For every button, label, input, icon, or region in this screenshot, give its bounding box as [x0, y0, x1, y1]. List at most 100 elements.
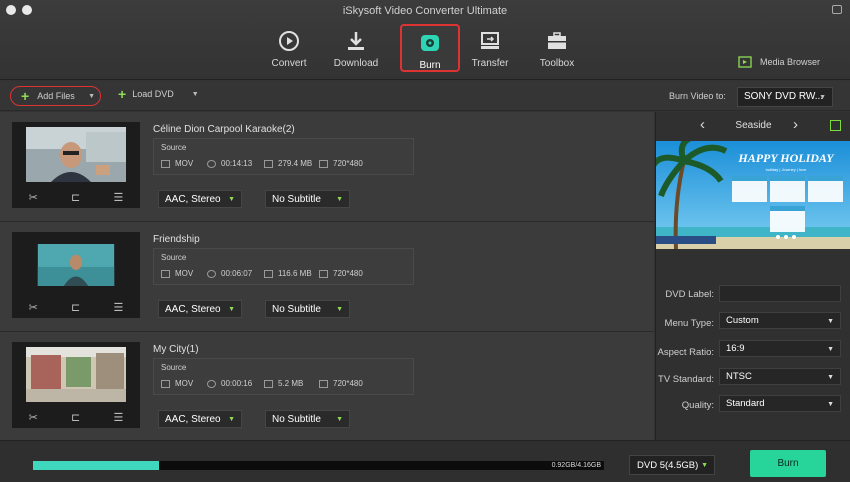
dvd-label-input[interactable]: [719, 285, 841, 302]
format-value: MOV: [175, 379, 194, 388]
crop-icon[interactable]: ⊏: [71, 411, 80, 424]
disc-type-select[interactable]: DVD 5(4.5GB) ▼: [629, 455, 715, 475]
effects-icon[interactable]: ☰: [113, 191, 123, 204]
folder-icon: [264, 269, 273, 278]
list-item[interactable]: ✂ ⊏ ☰ Friendship Source MOV 00:06:07 116…: [0, 222, 654, 332]
subtitle-select[interactable]: No Subtitle ▼: [265, 300, 350, 318]
chevron-down-icon[interactable]: ▼: [192, 91, 199, 98]
edit-icon[interactable]: [830, 120, 841, 131]
quality-value: Standard: [726, 398, 765, 409]
toolbox-icon: [543, 28, 571, 54]
burn-target-select[interactable]: SONY DVD RW... ▼: [737, 87, 833, 107]
film-icon: [161, 159, 170, 168]
bottom-bar: 0.92GB/4.16GB DVD 5(4.5GB) ▼ Burn: [0, 440, 850, 482]
list-item[interactable]: ✂ ⊏ ☰ My City(1) Source MOV 00:00:16 5.2…: [0, 332, 654, 442]
clock-icon: [207, 159, 216, 168]
feedback-icon[interactable]: [832, 5, 842, 14]
resolution-icon: [319, 379, 328, 388]
chevron-down-icon: ▼: [819, 94, 826, 101]
resolution-icon: [319, 269, 328, 278]
crop-icon[interactable]: ⊏: [71, 191, 80, 204]
tab-transfer-label: Transfer: [471, 58, 509, 69]
burn-button[interactable]: Burn: [750, 450, 826, 477]
tab-convert[interactable]: Convert: [259, 24, 319, 72]
effects-icon[interactable]: ☰: [113, 301, 123, 314]
media-browser-label: Media Browser: [759, 57, 820, 67]
aspect-ratio-select[interactable]: 16:9 ▼: [719, 340, 841, 357]
top-toolbar: iSkysoft Video Converter Ultimate Conver…: [0, 0, 850, 80]
effects-icon[interactable]: ☰: [113, 411, 123, 424]
video-thumbnail[interactable]: ✂ ⊏ ☰: [12, 232, 140, 318]
duration-info: 00:00:16: [207, 379, 252, 388]
tab-download-label: Download: [333, 58, 379, 69]
resolution-value: 720*480: [333, 159, 363, 168]
plus-icon: +: [21, 88, 30, 104]
preview-image: HAPPY HOLIDAY holiday | Journey | love: [656, 141, 850, 249]
size-value: 116.6 MB: [278, 269, 312, 278]
thumbnail-tools: ✂ ⊏ ☰: [12, 301, 140, 314]
duration-value: 00:00:16: [221, 379, 253, 388]
video-thumbnail[interactable]: ✂ ⊏ ☰: [12, 122, 140, 208]
tv-standard-select[interactable]: NTSC ▼: [719, 368, 841, 385]
subtitle-select[interactable]: No Subtitle ▼: [265, 410, 350, 428]
subtitle-select[interactable]: No Subtitle ▼: [265, 190, 350, 208]
tv-standard-value: NTSC: [726, 371, 752, 382]
size-value: 5.2 MB: [278, 379, 304, 388]
size-info: 116.6 MB: [264, 269, 312, 278]
item-title: Friendship: [153, 234, 200, 245]
subtitle-value: No Subtitle: [272, 194, 321, 205]
quality-select[interactable]: Standard ▼: [719, 395, 841, 412]
chevron-down-icon: ▼: [228, 196, 235, 203]
audio-select[interactable]: AAC, Stereo ▼: [158, 410, 242, 428]
menu-preview[interactable]: HAPPY HOLIDAY holiday | Journey | love: [656, 141, 850, 249]
aspect-ratio-value: 16:9: [726, 343, 745, 354]
convert-icon: [275, 28, 303, 54]
load-dvd-button[interactable]: + Load DVD ▼: [118, 87, 199, 101]
item-title: Céline Dion Carpool Karaoke(2): [153, 124, 295, 135]
next-template-icon[interactable]: ›: [793, 116, 798, 133]
template-nav: ‹ Seaside ›: [656, 112, 850, 140]
duration-info: 00:14:13: [207, 159, 252, 168]
burn-video-to-label: Burn Video to:: [669, 91, 726, 101]
tab-toolbox[interactable]: Toolbox: [527, 24, 587, 72]
trim-icon[interactable]: ✂: [29, 301, 38, 314]
resolution-icon: [319, 159, 328, 168]
menu-type-select[interactable]: Custom ▼: [719, 312, 841, 329]
menu-type-label: Menu Type:: [664, 318, 714, 329]
dvd-label-label: DVD Label:: [665, 289, 714, 300]
download-icon: [342, 28, 370, 54]
chevron-down-icon: ▼: [827, 346, 834, 353]
tab-download[interactable]: Download: [326, 24, 386, 72]
format-info: MOV: [161, 159, 193, 168]
media-browser-button[interactable]: Media Browser: [738, 56, 820, 68]
audio-value: AAC, Stereo: [165, 304, 221, 315]
folder-icon: [264, 159, 273, 168]
disc-type-value: DVD 5(4.5GB): [637, 460, 699, 471]
tab-convert-label: Convert: [271, 58, 307, 69]
chevron-down-icon: ▼: [827, 318, 834, 325]
resolution-info: 720*480: [319, 159, 363, 168]
size-value: 279.4 MB: [278, 159, 313, 168]
film-icon: [161, 269, 170, 278]
video-thumbnail[interactable]: ✂ ⊏ ☰: [12, 342, 140, 428]
source-info: Source MOV 00:14:13 279.4 MB 720*480: [153, 138, 414, 175]
chevron-down-icon[interactable]: ▼: [88, 93, 95, 100]
audio-select[interactable]: AAC, Stereo ▼: [158, 190, 242, 208]
app-window: iSkysoft Video Converter Ultimate Conver…: [0, 0, 850, 482]
add-files-label: Add Files: [37, 91, 75, 101]
trim-icon[interactable]: ✂: [29, 191, 38, 204]
tab-burn[interactable]: Burn: [400, 24, 460, 72]
source-info: Source MOV 00:00:16 5.2 MB 720*480: [153, 358, 414, 395]
resolution-info: 720*480: [319, 379, 363, 388]
crop-icon[interactable]: ⊏: [71, 301, 80, 314]
audio-select[interactable]: AAC, Stereo ▼: [158, 300, 242, 318]
resolution-value: 720*480: [333, 269, 363, 278]
trim-icon[interactable]: ✂: [29, 411, 38, 424]
list-item[interactable]: ✂ ⊏ ☰ Céline Dion Carpool Karaoke(2) Sou…: [0, 112, 654, 222]
add-files-button[interactable]: + Add Files ▼: [10, 86, 101, 106]
size-info: 279.4 MB: [264, 159, 312, 168]
load-dvd-label: Load DVD: [132, 89, 174, 99]
subtitle-value: No Subtitle: [272, 304, 321, 315]
aspect-ratio-label: Aspect Ratio:: [657, 347, 715, 358]
tab-transfer[interactable]: Transfer: [460, 24, 520, 72]
